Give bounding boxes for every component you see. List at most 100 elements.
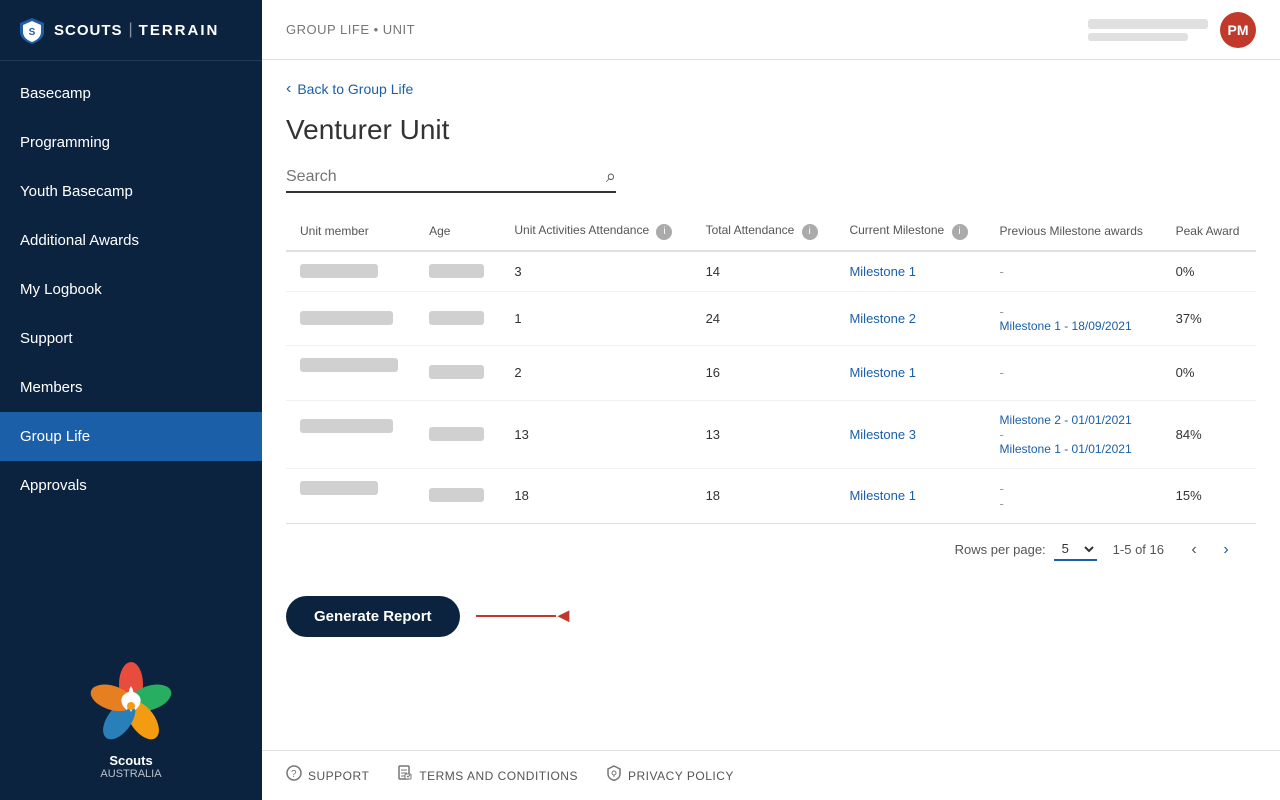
cell-unit-activities: 13 [500,400,691,468]
privacy-icon [606,765,622,786]
terms-icon [397,765,413,786]
col-age: Age [415,213,500,251]
milestone-link[interactable]: Milestone 1 [849,264,915,279]
cell-total-attendance: 24 [692,291,836,345]
col-unit-activities: Unit Activities Attendance i [500,213,691,251]
generate-section: Generate Report ◄ [286,596,1256,637]
footer-terms-label: TERMS AND CONDITIONS [419,769,578,783]
scouts-label: Scouts [109,753,152,768]
cell-unit-activities: 2 [500,345,691,400]
cell-peak-award: 84% [1162,400,1256,468]
cell-previous-milestones: Milestone 2 - 01/01/2021-Milestone 1 - 0… [986,400,1162,468]
footer-support-label: SUPPORT [308,769,369,783]
sidebar-item-my-logbook[interactable]: My Logbook [0,265,262,314]
back-link-label: Back to Group Life [297,81,413,97]
milestone-link[interactable]: Milestone 2 [849,311,915,326]
milestone-link[interactable]: Milestone 1 [849,365,915,380]
sidebar: S SCOUTS | TERRAIN Basecamp Programming … [0,0,262,800]
scouts-australia-logo: Scouts AUSTRALIA [86,659,176,780]
sidebar-item-programming[interactable]: Programming [0,118,262,167]
cell-total-attendance: 14 [692,251,836,292]
footer-support-link[interactable]: ? SUPPORT [286,765,369,786]
cell-member: ███████ ██████ [286,468,415,523]
cell-member: ████████████ [286,251,415,292]
cell-total-attendance: 16 [692,345,836,400]
search-icon[interactable]: ⌕ [606,166,616,187]
table-row: ██████████, ███124 Milestone 2 -Milestone … [286,291,1256,345]
members-table: Unit member Age Unit Activities Attendan… [286,213,1256,523]
avatar[interactable]: PM [1220,12,1256,48]
cell-previous-milestones: -- [986,468,1162,523]
topbar: GROUP LIFE • UNIT PM [262,0,1280,60]
back-chevron-icon: ‹ [286,80,291,98]
footer-terms-link[interactable]: TERMS AND CONDITIONS [397,765,578,786]
back-link[interactable]: ‹ Back to Group Life [286,80,1256,98]
page-footer: ? SUPPORT TERMS AND CONDITIONS PRIVACY P… [262,750,1280,800]
sidebar-nav: Basecamp Programming Youth Basecamp Addi… [0,61,262,639]
current-milestone-info-icon[interactable]: i [952,224,968,240]
sidebar-item-youth-basecamp[interactable]: Youth Basecamp [0,167,262,216]
user-info [1088,19,1208,41]
search-bar: ⌕ [286,166,616,193]
footer-privacy-label: PRIVACY POLICY [628,769,734,783]
arrow-head-icon: ◄ [554,605,574,628]
cell-member: ████████ [286,291,415,345]
sidebar-separator: | [129,21,133,39]
next-page-button[interactable]: › [1212,536,1240,564]
sidebar-item-approvals[interactable]: Approvals [0,461,262,510]
table-row: ██████████████, ███314Milestone 1-0% [286,251,1256,292]
support-icon: ? [286,765,302,786]
milestone-link[interactable]: Milestone 1 [849,488,915,503]
cell-current-milestone: Milestone 3 [835,400,985,468]
sidebar-item-basecamp[interactable]: Basecamp [0,69,262,118]
breadcrumb: GROUP LIFE • UNIT [286,22,415,37]
table-row: ████ ██████████, ███216Milestone 1-0% [286,345,1256,400]
arrow-indicator: ◄ [476,605,574,628]
footer-privacy-link[interactable]: PRIVACY POLICY [606,765,734,786]
cell-age: ██, ███ [415,468,500,523]
page-info: 1-5 of 16 [1113,542,1164,557]
cell-current-milestone: Milestone 1 [835,468,985,523]
generate-report-button[interactable]: Generate Report [286,596,460,637]
cell-peak-award: 37% [1162,291,1256,345]
arrow-line [476,615,556,617]
rows-per-page-select[interactable]: 5 10 25 [1054,538,1097,561]
scouts-shield-icon: S [18,16,46,44]
cell-age: ██, ███ [415,251,500,292]
cell-peak-award: 0% [1162,345,1256,400]
cell-peak-award: 15% [1162,468,1256,523]
sidebar-item-members[interactable]: Members [0,363,262,412]
sidebar-bottom: Scouts AUSTRALIA [0,639,262,800]
cell-age: ██, ███ [415,345,500,400]
sidebar-item-additional-awards[interactable]: Additional Awards [0,216,262,265]
cell-member: █████████ ████████ [286,400,415,468]
total-attendance-info-icon[interactable]: i [802,224,818,240]
content-area: ‹ Back to Group Life Venturer Unit ⌕ Uni… [262,60,1280,750]
svg-text:S: S [29,27,36,38]
scouts-sublabel: AUSTRALIA [100,768,161,780]
cell-age: ██, ███ [415,400,500,468]
cell-previous-milestones: - [986,345,1162,400]
unit-activities-info-icon[interactable]: i [656,224,672,240]
table-header-row: Unit member Age Unit Activities Attendan… [286,213,1256,251]
sidebar-item-support[interactable]: Support [0,314,262,363]
cell-total-attendance: 13 [692,400,836,468]
col-member: Unit member [286,213,415,251]
prev-page-button[interactable]: ‹ [1180,536,1208,564]
milestone-link[interactable]: Milestone 3 [849,427,915,442]
sidebar-product: TERRAIN [139,22,220,39]
search-input[interactable] [286,168,606,186]
user-name [1088,19,1208,29]
cell-previous-milestones: -Milestone 1 - 18/09/2021 [986,291,1162,345]
main-content: GROUP LIFE • UNIT PM ‹ Back to Group Lif… [262,0,1280,800]
col-total-attendance: Total Attendance i [692,213,836,251]
cell-previous-milestones: - [986,251,1162,292]
sidebar-brand: SCOUTS [54,22,123,39]
sidebar-item-group-life[interactable]: Group Life [0,412,262,461]
page-nav: ‹ › [1180,536,1240,564]
cell-age: ██, ███ [415,291,500,345]
table-footer: Rows per page: 5 10 25 1-5 of 16 ‹ › [286,523,1256,576]
cell-current-milestone: Milestone 1 [835,345,985,400]
cell-unit-activities: 1 [500,291,691,345]
rows-per-page-label: Rows per page: [955,542,1046,557]
